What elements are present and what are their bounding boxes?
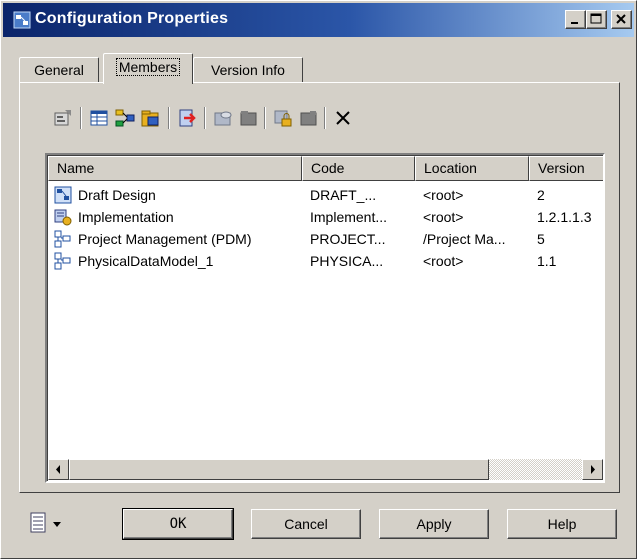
add-rows-icon[interactable] (88, 107, 110, 129)
member-version: 2 (537, 187, 545, 203)
member-code: PROJECT... (310, 231, 386, 247)
tab-members-label: Members (115, 58, 181, 76)
scroll-thumb[interactable] (69, 459, 489, 480)
apply-button[interactable]: Apply (379, 509, 489, 539)
physical-model-icon (54, 252, 71, 270)
member-version: 5 (537, 231, 545, 247)
list-item[interactable]: Draft Design DRAFT_... <root> 2 (48, 184, 603, 206)
tab-version-info-label: Version Info (211, 62, 285, 78)
member-name: PhysicalDataModel_1 (78, 253, 214, 269)
member-location: <root> (423, 253, 464, 269)
title-bar[interactable]: Configuration Properties (3, 3, 634, 37)
column-header-version[interactable]: Version (529, 156, 603, 181)
minimize-icon (571, 22, 578, 24)
maximize-button[interactable] (586, 10, 607, 29)
model-icon (54, 186, 72, 204)
cancel-button[interactable]: Cancel (251, 509, 361, 539)
unlock-icon[interactable] (298, 107, 320, 129)
folder-dark-icon[interactable] (238, 107, 260, 129)
member-location: <root> (423, 187, 464, 203)
member-version: 1.1 (537, 253, 557, 269)
minimize-button[interactable] (565, 10, 586, 29)
physical-model-icon (54, 230, 71, 248)
member-code: DRAFT_... (310, 187, 377, 203)
scroll-left-button[interactable] (48, 459, 69, 480)
arrow-left-icon (56, 465, 60, 474)
tab-general-label: General (34, 62, 84, 78)
member-name: Implementation (78, 209, 174, 225)
arrow-right-icon (591, 465, 595, 474)
ok-button[interactable]: OK (122, 508, 234, 540)
add-package-icon[interactable] (140, 107, 162, 129)
member-location: <root> (423, 209, 464, 225)
member-location: /Project Ma... (423, 231, 506, 247)
configuration-icon (13, 11, 31, 29)
delete-icon[interactable] (332, 107, 354, 129)
apply-button-label: Apply (416, 515, 452, 532)
list-options-dropdown-icon[interactable] (29, 511, 71, 535)
add-objects-icon[interactable] (114, 107, 136, 129)
window-title: Configuration Properties (35, 10, 229, 27)
close-icon (616, 14, 626, 24)
close-button[interactable] (611, 10, 632, 29)
scroll-right-button[interactable] (582, 459, 603, 480)
help-button[interactable]: Help (507, 509, 617, 539)
help-button-label: Help (547, 515, 577, 532)
member-version: 1.2.1.1.3 (537, 209, 592, 225)
list-header: Name Code Location Version (48, 156, 603, 181)
toolbar-separator (168, 107, 170, 129)
list-item[interactable]: Implementation Implement... <root> 1.2.1… (48, 206, 603, 228)
column-header-location[interactable]: Location (415, 156, 529, 181)
maximize-icon (590, 13, 602, 24)
toolbar-separator (324, 107, 326, 129)
toolbar-separator (204, 107, 206, 129)
tab-members[interactable]: Members (103, 53, 193, 84)
members-list[interactable]: Name Code Location Version Draft Design … (45, 153, 605, 483)
ok-button-label: OK (169, 516, 187, 532)
list-item[interactable]: Project Management (PDM) PROJECT... /Pro… (48, 228, 603, 250)
column-header-code[interactable]: Code (302, 156, 415, 181)
tab-general[interactable]: General (19, 57, 99, 83)
member-name: Draft Design (78, 187, 156, 203)
folder-icon[interactable] (212, 107, 234, 129)
member-code: PHYSICA... (310, 253, 384, 269)
members-toolbar (52, 105, 502, 131)
horizontal-scrollbar[interactable] (48, 459, 603, 480)
delete-model-icon[interactable] (176, 107, 198, 129)
toolbar-separator (80, 107, 82, 129)
column-header-name[interactable]: Name (48, 156, 302, 181)
list-item[interactable]: PhysicalDataModel_1 PHYSICA... <root> 1.… (48, 250, 603, 272)
toolbar-separator (264, 107, 266, 129)
members-panel: Name Code Location Version Draft Design … (19, 82, 620, 493)
cancel-button-label: Cancel (284, 515, 328, 532)
member-name: Project Management (PDM) (78, 231, 252, 247)
lock-icon[interactable] (272, 107, 294, 129)
member-code: Implement... (310, 209, 388, 225)
properties-icon[interactable] (52, 107, 74, 129)
configuration-properties-dialog: Configuration Properties General Members… (0, 0, 637, 559)
tab-version-info[interactable]: Version Info (193, 57, 303, 83)
implementation-icon (54, 209, 72, 226)
